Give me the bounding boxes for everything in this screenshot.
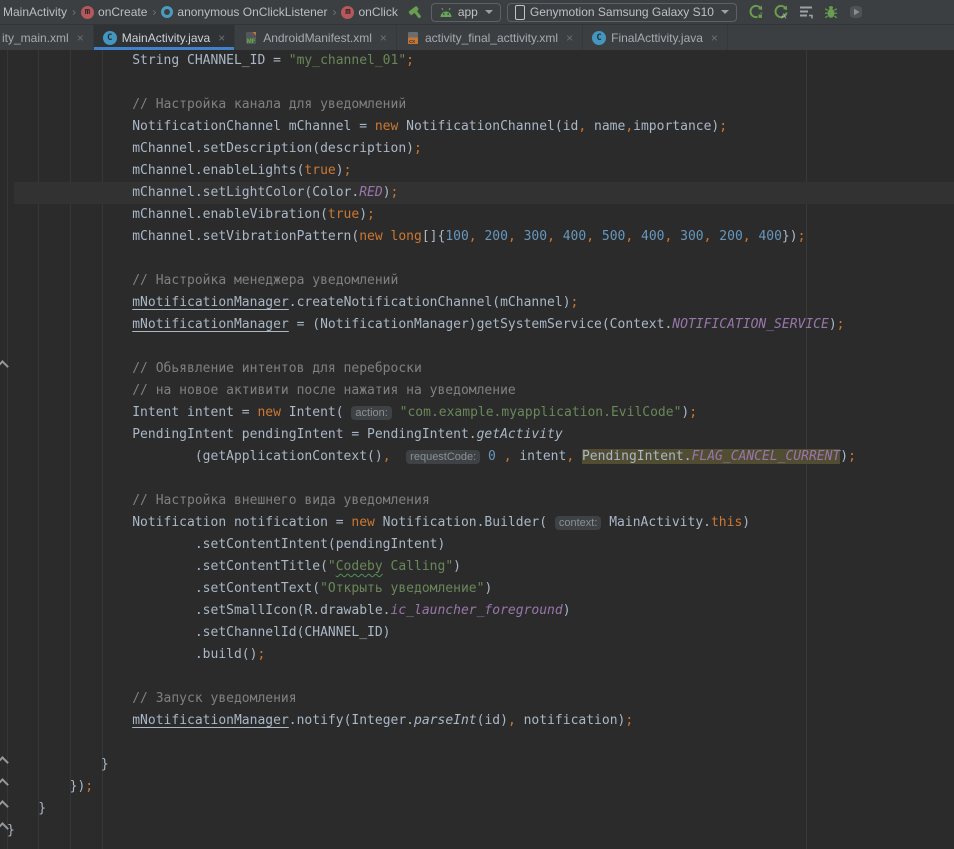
xml-file-icon: cx: [406, 31, 420, 45]
breadcrumb-item-oncreate[interactable]: m onCreate: [81, 5, 147, 19]
method-icon: m: [341, 6, 354, 19]
breadcrumb-label: anonymous OnClickListener: [177, 5, 327, 19]
code-line: mChannel.setLightColor(Color.RED);: [7, 182, 856, 204]
code-line: [7, 732, 856, 754]
tab-MainActivity.java[interactable]: C MainActivity.java ×: [94, 25, 236, 50]
tab-close-icon[interactable]: ×: [711, 31, 718, 45]
device-phone-icon: [515, 5, 525, 20]
android-head-icon: [439, 6, 453, 18]
code-line: .setSmallIcon(R.drawable.ic_launcher_for…: [7, 600, 856, 622]
breadcrumb-label: onClick: [358, 5, 397, 19]
code-line: // на новое активити после нажатия на ув…: [7, 380, 856, 402]
code-line: [7, 468, 856, 490]
breadcrumb: MainActivity › m onCreate › anonymous OnClick…: [0, 5, 399, 19]
code-text: String CHANNEL_ID = "my_channel_01"; // …: [7, 50, 856, 842]
code-line: [7, 336, 856, 358]
breadcrumb-separator: ›: [152, 5, 156, 19]
module-selector-label: app: [458, 5, 478, 19]
editor-tab-bar: ity_main.xml × C MainActivity.java × MF Androi…: [0, 25, 954, 50]
svg-text:MF: MF: [247, 39, 256, 45]
code-line: mChannel.enableLights(true);: [7, 160, 856, 182]
breadcrumb-separator: ›: [72, 5, 76, 19]
code-line: PendingIntent pendingIntent = PendingInt…: [7, 424, 856, 446]
code-line: (getApplicationContext(), requestCode: 0…: [7, 446, 856, 468]
run-action-icons: A: [747, 3, 865, 21]
code-line: // Настройка канала для уведомлений: [7, 94, 856, 116]
anonymous-class-icon: [161, 6, 173, 18]
tab-label: ity_main.xml: [2, 31, 69, 45]
code-line: mNotificationManager.createNotificationC…: [7, 292, 856, 314]
breadcrumb-label: onCreate: [98, 5, 147, 19]
code-line: mChannel.setDescription(description);: [7, 138, 856, 160]
breadcrumb-item-anonymous-onclicklistener[interactable]: anonymous OnClickListener: [161, 5, 327, 19]
code-editor[interactable]: String CHANNEL_ID = "my_channel_01"; // …: [0, 50, 954, 849]
code-line: NotificationChannel mChannel = new Notif…: [7, 116, 856, 138]
tab-label: AndroidManifest.xml: [263, 31, 372, 45]
code-line: .build();: [7, 644, 856, 666]
tab-label: activity_final_acttivity.xml: [425, 31, 558, 45]
code-line: mNotificationManager = (NotificationMana…: [7, 314, 856, 336]
code-line: }: [7, 798, 856, 820]
tab-close-icon[interactable]: ×: [380, 31, 387, 45]
code-line: // Настройка внешнего вида уведомления: [7, 490, 856, 512]
java-class-icon: C: [103, 31, 117, 45]
chevron-down-icon: [485, 10, 493, 14]
svg-text:cx: cx: [409, 39, 416, 45]
device-selector[interactable]: Genymotion Samsung Galaxy S10: [507, 3, 737, 22]
tab-ity_main.xml[interactable]: ity_main.xml ×: [0, 25, 94, 50]
code-line: // Запуск уведомления: [7, 688, 856, 710]
chevron-down-icon: [721, 10, 729, 14]
profiler-icon[interactable]: [797, 3, 815, 21]
code-line: Intent intent = new Intent( action: "com…: [7, 402, 856, 424]
code-line: [7, 666, 856, 688]
tab-close-icon[interactable]: ×: [77, 31, 84, 45]
manifest-file-icon: MF: [244, 31, 258, 45]
code-line: .setContentText("Открыть уведомление"): [7, 578, 856, 600]
device-selector-label: Genymotion Samsung Galaxy S10: [530, 5, 714, 19]
code-line: mNotificationManager.notify(Integer.pars…: [7, 710, 856, 732]
tab-label: MainActivity.java: [122, 31, 210, 45]
tab-close-icon[interactable]: ×: [566, 31, 573, 45]
java-class-icon: C: [592, 31, 606, 45]
tab-activity_final_acttivity.xml[interactable]: cx activity_final_acttivity.xml ×: [397, 25, 583, 50]
code-line: // Обьявление интентов для переброски: [7, 358, 856, 380]
tab-AndroidManifest.xml[interactable]: MF AndroidManifest.xml ×: [235, 25, 397, 50]
code-line: });: [7, 776, 856, 798]
code-line: [7, 72, 856, 94]
code-line: [7, 248, 856, 270]
code-line: mChannel.setVibrationPattern(new long[]{…: [7, 226, 856, 248]
breadcrumb-item-onclick[interactable]: m onClick: [341, 5, 397, 19]
breadcrumb-label: MainActivity: [3, 5, 67, 19]
breadcrumb-separator: ›: [332, 5, 336, 19]
tab-FinalActtivity.java[interactable]: C FinalActtivity.java ×: [583, 25, 728, 50]
code-line: }: [7, 754, 856, 776]
build-hammer-icon[interactable]: [407, 3, 425, 21]
run-toolbar: app Genymotion Samsung Galaxy S10 A: [407, 3, 865, 22]
svg-text:A: A: [781, 12, 786, 21]
tab-close-icon[interactable]: ×: [218, 31, 225, 45]
attach-debugger-icon[interactable]: [847, 3, 865, 21]
apply-changes-restart-icon[interactable]: [747, 3, 765, 21]
code-line: // Настройка менеджера уведомлений: [7, 270, 856, 292]
breadcrumb-item-mainactivity[interactable]: MainActivity: [3, 5, 67, 19]
code-line: .setChannelId(CHANNEL_ID): [7, 622, 856, 644]
module-selector[interactable]: app: [431, 3, 501, 22]
tab-label: FinalActtivity.java: [611, 31, 703, 45]
main-toolbar: MainActivity › m onCreate › anonymous OnClick…: [0, 0, 954, 25]
code-line: String CHANNEL_ID = "my_channel_01";: [7, 50, 856, 72]
code-line: }: [7, 820, 856, 842]
debug-icon[interactable]: [822, 3, 840, 21]
code-line: mChannel.enableVibration(true);: [7, 204, 856, 226]
code-line: .setContentTitle("Codeby Calling"): [7, 556, 856, 578]
apply-code-changes-icon[interactable]: A: [772, 3, 790, 21]
method-icon: m: [81, 6, 94, 19]
code-line: Notification notification = new Notifica…: [7, 512, 856, 534]
code-line: .setContentIntent(pendingIntent): [7, 534, 856, 556]
